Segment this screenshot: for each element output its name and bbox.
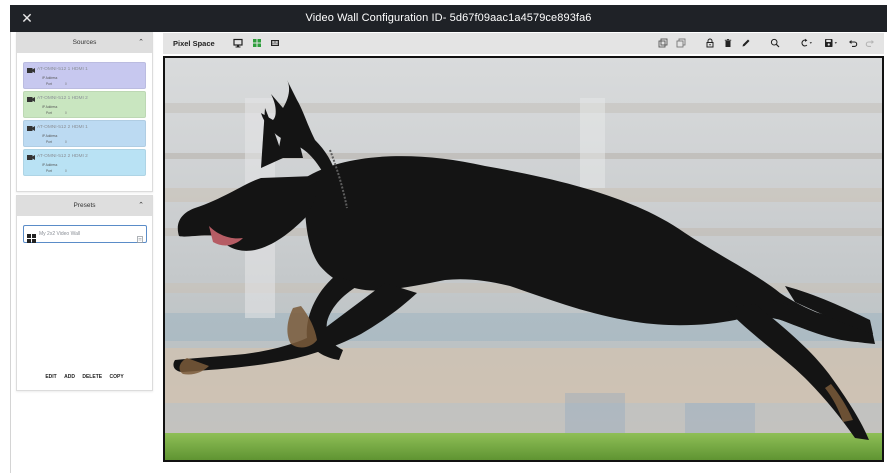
add-button[interactable]: ADD bbox=[64, 374, 75, 380]
source-name: AT-OMNI-512 2 HDMI 1 bbox=[37, 125, 88, 130]
port-label: Port bbox=[46, 82, 52, 86]
port-value: 0 bbox=[65, 111, 67, 115]
port-label: Port bbox=[46, 169, 52, 173]
source-name: AT-OMNI-512 1 HDMI 2 bbox=[37, 96, 88, 101]
sources-panel-header[interactable]: Sources ⌃ bbox=[17, 33, 152, 53]
source-card[interactable]: AT-OMNI-512 1 HDMI 2 IP Address Port 0 bbox=[23, 91, 146, 118]
lock-icon[interactable] bbox=[705, 38, 715, 48]
undo-icon[interactable] bbox=[848, 38, 858, 48]
trash-icon[interactable] bbox=[723, 38, 733, 48]
refresh-dropdown-icon[interactable] bbox=[799, 38, 813, 48]
send-back-icon[interactable] bbox=[676, 38, 686, 48]
delete-button[interactable]: DELETE bbox=[82, 374, 102, 380]
zoom-icon[interactable] bbox=[770, 38, 780, 48]
preset-item[interactable]: My 2x2 Video Wall bbox=[23, 225, 147, 243]
presets-title: Presets bbox=[73, 202, 96, 209]
port-label: Port bbox=[46, 111, 52, 115]
pixel-space-label: Pixel Space bbox=[173, 39, 215, 48]
copy-button[interactable]: COPY bbox=[109, 374, 123, 380]
video-wall-canvas[interactable] bbox=[163, 56, 884, 462]
canvas-toolbar: Pixel Space bbox=[163, 33, 884, 54]
source-card[interactable]: AT-OMNI-512 2 HDMI 2 IP Address Port 0 bbox=[23, 149, 146, 176]
preset-name: My 2x2 Video Wall bbox=[39, 231, 81, 237]
ip-address-label: IP Address bbox=[42, 134, 58, 138]
camera-icon bbox=[27, 155, 35, 160]
monitor-icon[interactable] bbox=[233, 38, 243, 48]
port-label: Port bbox=[46, 140, 52, 144]
pencil-icon[interactable] bbox=[741, 38, 751, 48]
port-value: 0 bbox=[65, 140, 67, 144]
copy-icon[interactable] bbox=[137, 230, 143, 243]
window-title: Video Wall Configuration ID- 5d67f09aac1… bbox=[305, 12, 592, 24]
edit-button[interactable]: EDIT bbox=[45, 374, 56, 380]
redo-icon[interactable] bbox=[865, 38, 875, 48]
camera-icon bbox=[27, 68, 35, 73]
main-frame: Sources ⌃ AT-OMNI-512 1 HDMI 1 IP Addres… bbox=[10, 32, 887, 473]
save-dropdown-icon[interactable] bbox=[824, 38, 838, 48]
port-value: 0 bbox=[65, 82, 67, 86]
presets-panel-header[interactable]: Presets ⌃ bbox=[17, 196, 152, 216]
source-name: AT-OMNI-512 2 HDMI 2 bbox=[37, 154, 88, 159]
presets-panel: Presets ⌃ My 2x2 Video Wall EDIT ADD DEL… bbox=[16, 195, 153, 391]
grid-icon[interactable] bbox=[252, 38, 262, 48]
ip-address-label: IP Address bbox=[42, 105, 58, 109]
dog-photo bbox=[165, 58, 882, 460]
source-list: AT-OMNI-512 1 HDMI 1 IP Address Port 0 A… bbox=[23, 62, 146, 178]
bring-front-icon[interactable] bbox=[658, 38, 668, 48]
port-value: 0 bbox=[65, 169, 67, 173]
chevron-up-icon[interactable]: ⌃ bbox=[138, 33, 144, 53]
chevron-up-icon[interactable]: ⌃ bbox=[138, 196, 144, 216]
sources-title: Sources bbox=[72, 39, 97, 46]
source-name: AT-OMNI-512 1 HDMI 1 bbox=[37, 67, 88, 72]
camera-icon bbox=[27, 126, 35, 131]
preset-actions: EDIT ADD DELETE COPY bbox=[17, 374, 152, 380]
source-card[interactable]: AT-OMNI-512 2 HDMI 1 IP Address Port 0 bbox=[23, 120, 146, 147]
left-column: Sources ⌃ AT-OMNI-512 1 HDMI 1 IP Addres… bbox=[16, 32, 153, 473]
source-card[interactable]: AT-OMNI-512 1 HDMI 1 IP Address Port 0 bbox=[23, 62, 146, 89]
layout-icon[interactable] bbox=[270, 38, 280, 48]
title-bar: ✕ Video Wall Configuration ID- 5d67f09aa… bbox=[10, 5, 887, 32]
camera-icon bbox=[27, 97, 35, 102]
grid-2x2-icon bbox=[27, 230, 36, 243]
ip-address-label: IP Address bbox=[42, 163, 58, 167]
ip-address-label: IP Address bbox=[42, 76, 58, 80]
sources-panel: Sources ⌃ AT-OMNI-512 1 HDMI 1 IP Addres… bbox=[16, 32, 153, 192]
